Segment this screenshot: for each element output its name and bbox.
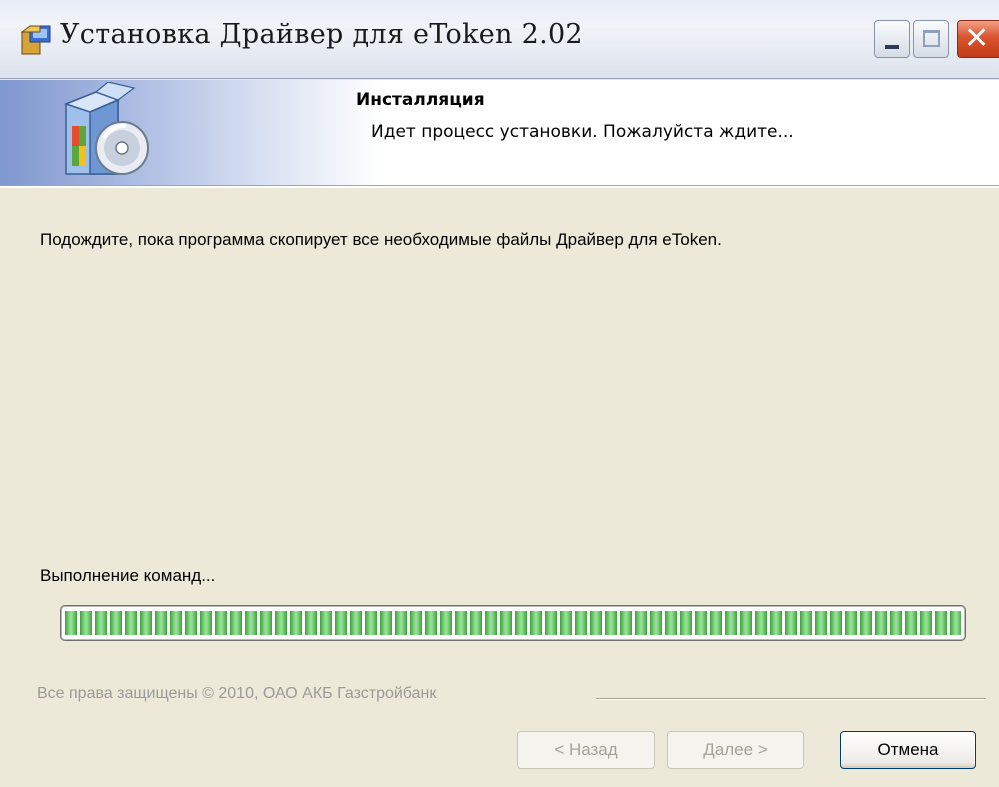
next-button[interactable]: Далее > — [667, 731, 804, 769]
status-text: Выполнение команд... — [40, 566, 216, 585]
footer-divider — [596, 698, 986, 700]
installer-box-icon — [20, 25, 51, 55]
copyright-text: Все права защищены © 2010, ОАО АКБ Газст… — [37, 685, 437, 702]
minimize-icon — [885, 45, 899, 49]
banner-title: Инсталляция — [356, 90, 485, 110]
minimize-button[interactable] — [874, 20, 910, 58]
back-button[interactable]: < Назад — [517, 731, 655, 769]
window-title: Установка Драйвер для eToken 2.02 — [60, 19, 583, 50]
progress-bar — [60, 605, 966, 641]
install-message: Подождите, пока программа скопирует все … — [40, 230, 722, 249]
title-bar[interactable]: Установка Драйвер для eToken 2.02 ✕ — [0, 0, 999, 79]
header-banner: Инсталляция Идет процесс установки. Пожа… — [0, 80, 999, 186]
close-icon: ✕ — [964, 21, 990, 56]
banner-subtitle: Идет процесс установки. Пожалуйста ждите… — [371, 122, 794, 142]
banner-divider — [0, 186, 999, 188]
close-button[interactable]: ✕ — [957, 20, 999, 58]
maximize-button[interactable] — [913, 20, 949, 58]
maximize-icon — [923, 30, 940, 47]
progress-fill — [65, 611, 961, 635]
software-box-cd-icon — [63, 82, 149, 175]
cancel-button[interactable]: Отмена — [840, 731, 976, 769]
